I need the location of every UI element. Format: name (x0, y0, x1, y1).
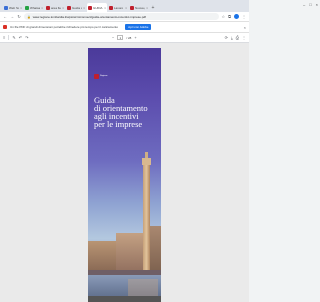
tab-close-icon[interactable]: × (62, 6, 64, 10)
title-line: per le imprese (94, 119, 143, 129)
reload-icon[interactable]: ↻ (17, 14, 21, 19)
browser-tab[interactable]: area flessione dig× (45, 3, 65, 12)
tab-favicon-icon (46, 5, 50, 10)
window-controls: – □ × (303, 2, 318, 7)
close-icon[interactable]: × (244, 25, 246, 30)
extensions-icon[interactable]: ⧉ (228, 14, 231, 19)
new-tab-button[interactable]: + (150, 4, 156, 12)
cover-image-reflection (128, 279, 158, 297)
draw-icon[interactable]: ✎ (12, 35, 15, 40)
next-page-edge (88, 296, 161, 302)
cover-image-spire (145, 152, 148, 158)
cover-image-building (88, 241, 118, 271)
tab-strip: Web Scuola - Lo× Whatsap× area flessione… (0, 0, 249, 12)
logo-text: Regione (100, 75, 108, 77)
menu-icon[interactable]: ⋮ (242, 14, 246, 19)
zoom-out-icon[interactable]: − (112, 35, 114, 40)
page-total: / 28 (126, 35, 132, 40)
page-controls: − 1 / 28 + (112, 35, 137, 40)
maximize-icon[interactable]: □ (309, 2, 311, 7)
cover-image-tower-top (142, 158, 151, 165)
tab-favicon-icon (130, 5, 134, 10)
pdf-icon (3, 25, 7, 29)
forward-icon[interactable]: → (10, 14, 14, 19)
download-icon[interactable]: ⤓ (231, 35, 233, 40)
extensions-area: ☆ ⧉ ⋮ (222, 14, 246, 19)
open-with-button[interactable]: Apri con Adobe (125, 24, 152, 30)
cover-image-tower (143, 164, 150, 274)
pdf-viewer[interactable]: Regione Guida di orientamento agli incen… (0, 43, 249, 302)
pdf-page: Regione Guida di orientamento agli incen… (88, 48, 161, 299)
lock-icon: 🔒 (27, 14, 31, 19)
logo (94, 74, 99, 79)
tab-close-icon[interactable]: × (104, 6, 106, 10)
document-title: Guida di orientamento agli incentivi per… (94, 96, 156, 129)
browser-tab[interactable]: Whatsap× (24, 3, 44, 12)
zoom-in-icon[interactable]: + (134, 35, 136, 40)
page-number-input[interactable]: 1 (117, 35, 124, 40)
back-icon[interactable]: ← (3, 14, 7, 19)
tab-favicon-icon (67, 5, 71, 10)
browser-tab[interactable]: Guida orientame× (66, 3, 86, 12)
print-icon[interactable]: ⎙ (236, 35, 239, 40)
tab-close-icon[interactable]: × (83, 6, 85, 10)
browser-tab-active[interactable]: GUIDA ORIENTAM× (87, 3, 107, 12)
tab-favicon-icon (4, 5, 8, 10)
browser-tab[interactable]: Lavoro e pensione× (108, 3, 128, 12)
divider (8, 35, 10, 40)
tab-title: Guida orientame (72, 5, 82, 10)
cover-image-building (150, 226, 161, 271)
pdf-toolbar: ≡ ✎ ↶ ↷ − 1 / 28 + ⟳ ⤓ ⎙ ⋮ (0, 33, 249, 43)
pdf-actions: ⟳ ⤓ ⎙ ⋮ (225, 35, 246, 40)
url-input[interactable]: 🔒 www.regione.lombardia.it/wps/wcm/conne… (24, 13, 219, 20)
url-text: www.regione.lombardia.it/wps/wcm/connect… (32, 14, 146, 19)
tab-title: Web Scuola - Lo (9, 5, 19, 10)
tab-close-icon[interactable]: × (41, 6, 43, 10)
browser-tab[interactable]: Nuova guida incen× (129, 3, 149, 12)
more-icon[interactable]: ⋮ (242, 35, 246, 40)
tab-close-icon[interactable]: × (20, 6, 22, 10)
rotate-icon[interactable]: ⟳ (225, 35, 228, 40)
cover-image-building (116, 233, 144, 271)
info-message: Un file PDF di grandi dimensioni potrebb… (10, 25, 119, 29)
tab-title: GUIDA ORIENTAM (93, 5, 103, 10)
hamburger-menu-icon[interactable]: ≡ (3, 35, 5, 40)
tab-favicon-icon (88, 5, 92, 10)
undo-icon[interactable]: ↶ (19, 35, 22, 40)
star-icon[interactable]: ☆ (222, 14, 226, 19)
redo-icon[interactable]: ↷ (25, 35, 28, 40)
tab-title: Whatsap (30, 5, 41, 10)
avatar[interactable] (234, 14, 239, 19)
info-bar: Un file PDF di grandi dimensioni potrebb… (0, 22, 249, 33)
tab-title: Lavoro e pensione (114, 5, 124, 10)
minimize-icon[interactable]: – (303, 2, 305, 7)
tab-close-icon[interactable]: × (146, 6, 148, 10)
tab-favicon-icon (25, 5, 29, 10)
address-bar-row: ← → ↻ 🔒 www.regione.lombardia.it/wps/wcm… (0, 12, 249, 22)
close-window-icon[interactable]: × (316, 2, 318, 7)
tab-title: Nuova guida incen (135, 5, 145, 10)
tab-close-icon[interactable]: × (125, 6, 127, 10)
tab-favicon-icon (109, 5, 113, 10)
browser-tab[interactable]: Web Scuola - Lo× (3, 3, 23, 12)
tab-title: area flessione dig (51, 5, 62, 10)
